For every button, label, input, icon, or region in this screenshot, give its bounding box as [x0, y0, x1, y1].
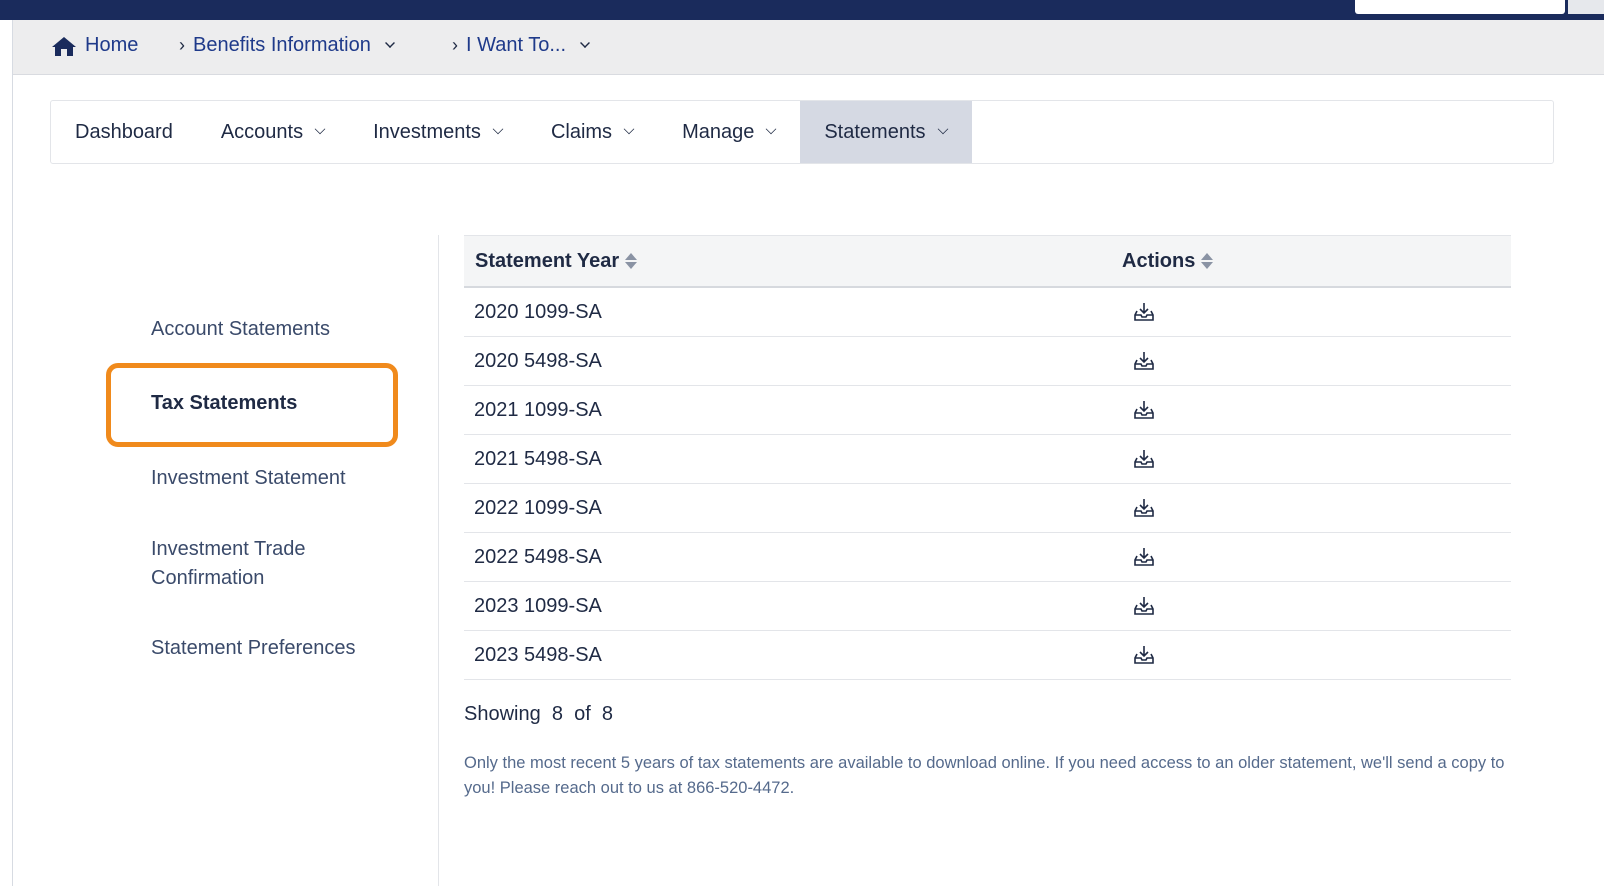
nav-manage-label: Manage	[682, 120, 755, 143]
nav-dashboard-label: Dashboard	[75, 120, 173, 143]
nav-manage[interactable]: Manage	[658, 101, 800, 163]
nav-claims-label: Claims	[550, 120, 613, 143]
table-header: Statement Year Actions	[464, 235, 1511, 288]
nav-dashboard[interactable]: Dashboard	[51, 101, 197, 163]
table-row: 2023 1099-SA	[464, 582, 1511, 631]
breadcrumb-iwant-label: I Want To...	[466, 34, 567, 56]
chevron-down-icon	[623, 123, 635, 135]
highlight-box	[106, 363, 398, 447]
sidebar-item-investment-statement[interactable]: Investment Statement	[151, 464, 401, 493]
breadcrumb-iwant[interactable]: › I Want To...	[452, 34, 590, 57]
chevron-down-icon	[384, 37, 395, 48]
download-icon[interactable]	[1133, 399, 1155, 421]
breadcrumb-home[interactable]: Home	[51, 34, 138, 57]
chevron-down-icon	[314, 123, 326, 135]
tax-statement-note: Only the most recent 5 years of tax stat…	[464, 754, 1505, 797]
table-row: 2023 5498-SA	[464, 631, 1511, 680]
statement-year-cell: 2021 5498-SA	[474, 447, 602, 470]
breadcrumb: Home › Benefits Information › I Want To.…	[13, 20, 1604, 75]
statement-year-cell: 2020 1099-SA	[474, 300, 602, 323]
sidebar-item-account-statements[interactable]: Account Statements	[151, 315, 401, 344]
home-icon	[52, 36, 76, 56]
breadcrumb-benefits[interactable]: › Benefits Information	[179, 34, 395, 57]
nav-accounts[interactable]: Accounts	[197, 101, 349, 163]
statement-year-cell: 2023 5498-SA	[474, 643, 602, 666]
chevron-down-icon	[937, 123, 948, 135]
nav-claims[interactable]: Claims	[527, 101, 658, 163]
statement-year-cell: 2022 5498-SA	[474, 545, 602, 568]
sort-icon	[625, 253, 638, 269]
pagination-summary: Showing 8 of 8	[464, 703, 613, 725]
nav-statements[interactable]: Statements	[800, 101, 972, 163]
top-search-input[interactable]	[1355, 0, 1565, 14]
table-row: 2021 1099-SA	[464, 386, 1511, 435]
statement-year-cell: 2020 5498-SA	[474, 349, 602, 372]
nav-statements-label: Statements	[824, 120, 926, 143]
download-icon[interactable]	[1133, 644, 1155, 666]
nav-accounts-label: Accounts	[220, 120, 304, 143]
sort-icon	[1201, 253, 1214, 269]
column-header-actions[interactable]: Actions	[1122, 249, 1214, 273]
download-icon[interactable]	[1133, 448, 1155, 470]
table-body: 2020 1099-SA 2020 5498-SA 2021 1099-SA 2021…	[464, 288, 1511, 680]
chevron-down-icon	[492, 123, 504, 135]
sidebar-item-statement-preferences[interactable]: Statement Preferences	[151, 634, 401, 663]
table-row: 2020 1099-SA	[464, 288, 1511, 337]
download-icon[interactable]	[1133, 497, 1155, 519]
table-row: 2022 5498-SA	[464, 533, 1511, 582]
breadcrumb-home-label: Home	[85, 34, 139, 56]
nav-investments-label: Investments	[373, 120, 481, 143]
download-icon[interactable]	[1133, 350, 1155, 372]
statement-year-cell: 2023 1099-SA	[474, 594, 602, 617]
statement-year-cell: 2021 1099-SA	[474, 398, 602, 421]
statements-table: Statement Year Actions 2020 1099-SA 2020 …	[464, 235, 1511, 680]
table-row: 2021 5498-SA	[464, 435, 1511, 484]
sidebar-item-investment-trade-confirmation[interactable]: Investment Trade Confirmation	[151, 535, 341, 593]
download-icon[interactable]	[1133, 301, 1155, 323]
main-nav: Dashboard Accounts Investments Claims Ma…	[50, 100, 1554, 164]
column-header-actions-label: Actions	[1122, 249, 1196, 272]
chevron-down-icon	[580, 37, 590, 48]
column-header-statement-year[interactable]: Statement Year	[464, 250, 1122, 273]
top-search-button[interactable]	[1568, 0, 1604, 14]
table-row: 2020 5498-SA	[464, 337, 1511, 386]
chevron-down-icon	[766, 123, 777, 135]
chevron-right-icon: ›	[452, 35, 458, 55]
chevron-right-icon: ›	[179, 35, 185, 55]
column-header-statement-year-label: Statement Year	[475, 249, 620, 272]
nav-investments[interactable]: Investments	[349, 101, 527, 163]
breadcrumb-benefits-label: Benefits Information	[193, 34, 371, 56]
download-icon[interactable]	[1133, 546, 1155, 568]
statement-year-cell: 2022 1099-SA	[474, 496, 602, 519]
table-row: 2022 1099-SA	[464, 484, 1511, 533]
page: Home › Benefits Information › I Want To.…	[12, 20, 1604, 886]
download-icon[interactable]	[1133, 595, 1155, 617]
